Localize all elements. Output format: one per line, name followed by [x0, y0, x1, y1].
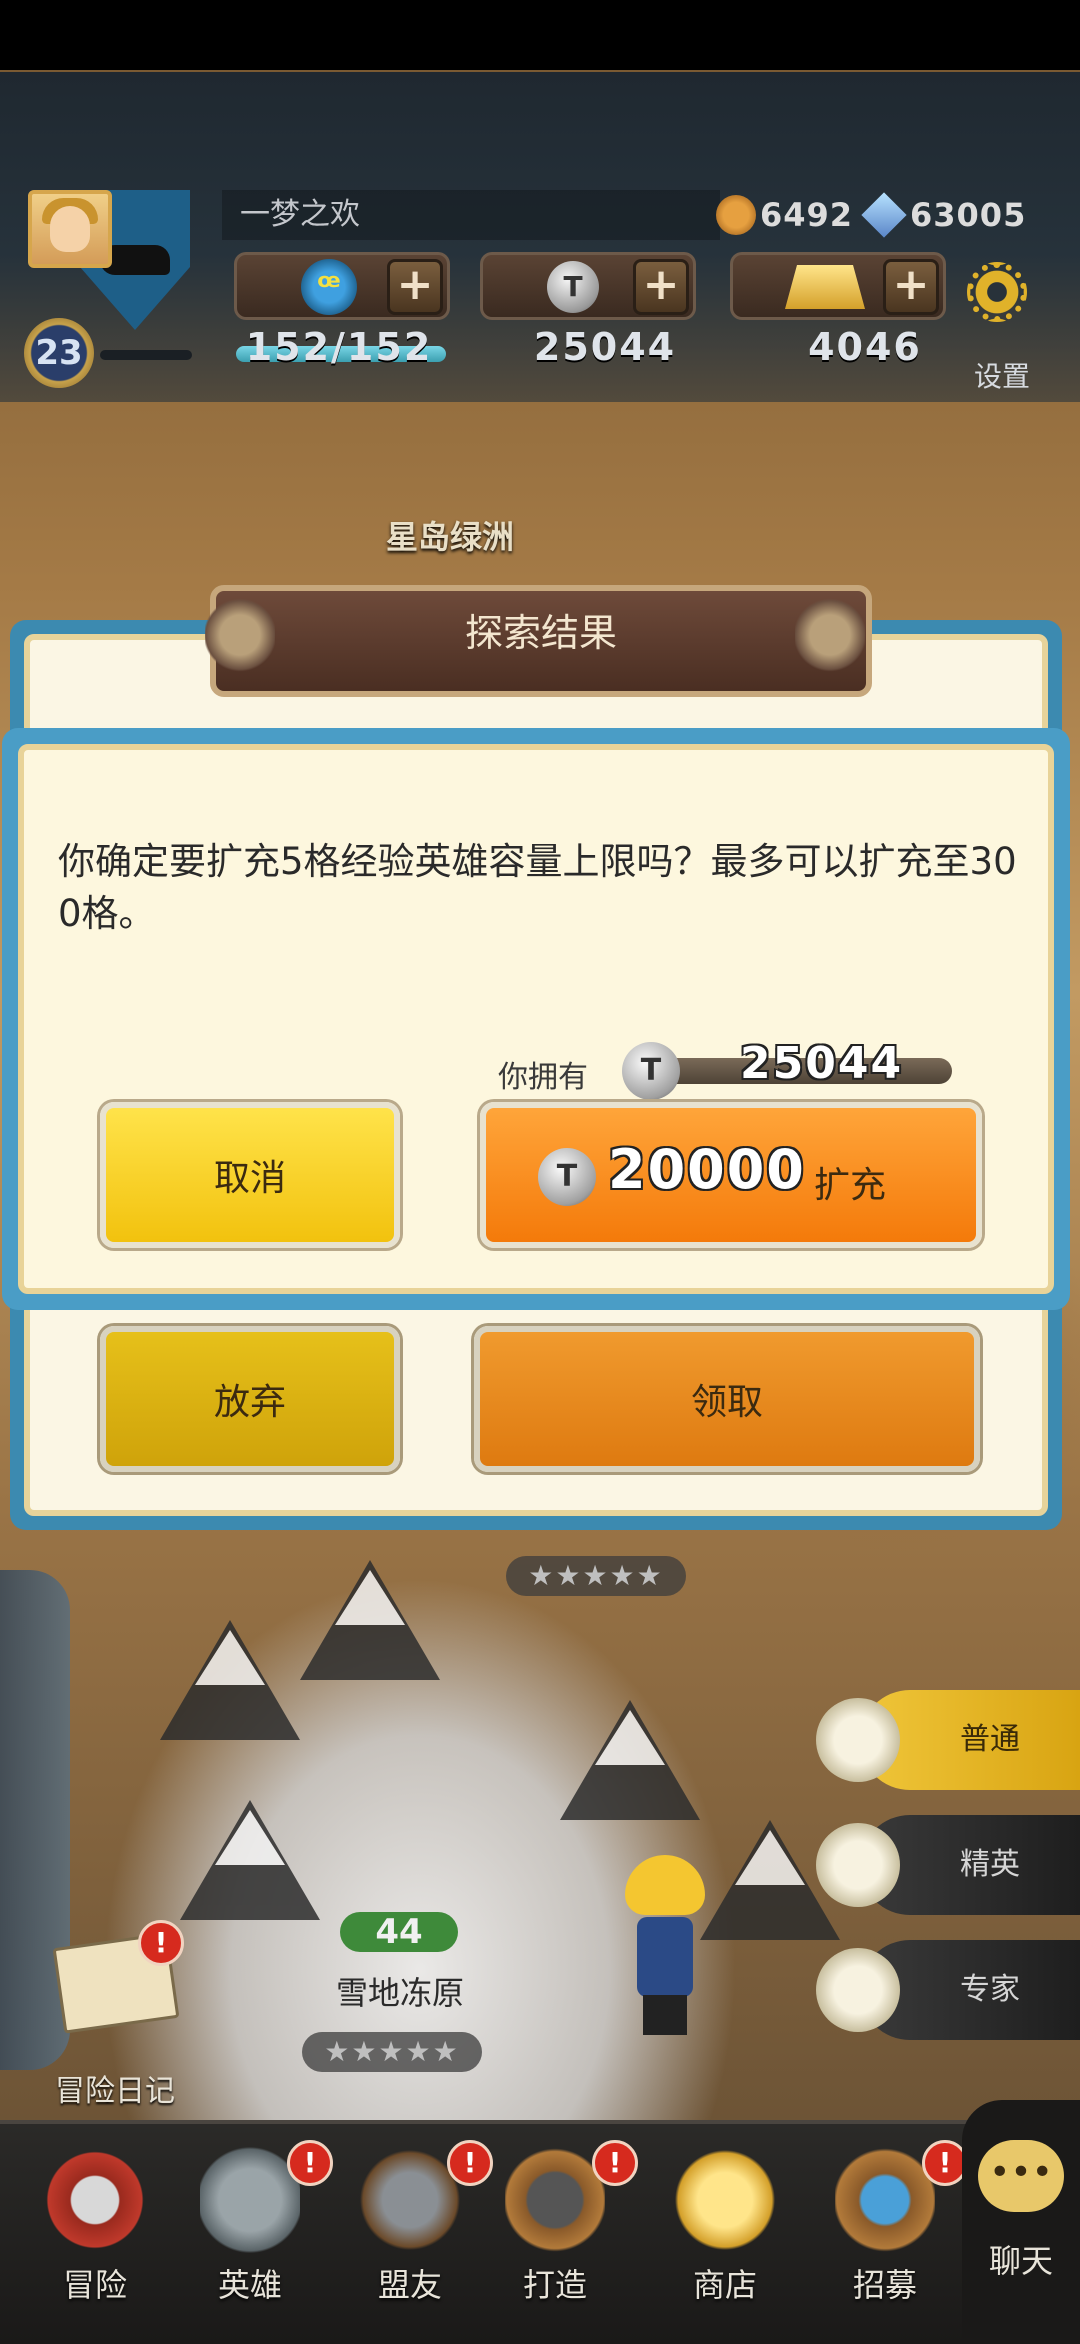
- difficulty-expert-label: 专家: [960, 1972, 1020, 2007]
- nav-alliance[interactable]: ! 盟友: [335, 2130, 493, 2330]
- adventure-diary-button[interactable]: !: [48, 1920, 184, 2060]
- stage-name[interactable]: 雪地冻原: [300, 1968, 500, 2014]
- crossed-swords-icon: [816, 1698, 900, 1782]
- silver-value: 25044: [533, 325, 677, 369]
- elite-icon: [816, 1823, 900, 1907]
- notification-badge: !: [592, 2140, 638, 2186]
- nav-adventure-label: 冒险: [62, 2266, 127, 2304]
- difficulty-elite-tab[interactable]: 精英: [816, 1815, 1080, 1915]
- silver-coin-icon: T: [547, 261, 599, 313]
- owned-value: 25044: [740, 1038, 904, 1089]
- recruit-portal-icon: [835, 2140, 935, 2260]
- confirm-message: 你确定要扩充5格经验英雄容量上限吗？最多可以扩充至300格。: [58, 840, 1017, 935]
- nav-adventure[interactable]: 冒险: [20, 2130, 170, 2330]
- settings-button[interactable]: [962, 262, 1032, 332]
- player-name: 一梦之欢: [222, 190, 720, 240]
- nav-heroes[interactable]: ! 英雄: [175, 2130, 333, 2330]
- chat-dots: •••: [989, 2152, 1053, 2193]
- gold-bars-icon: [675, 2140, 775, 2260]
- avatar[interactable]: [28, 190, 112, 268]
- map-mountain: [160, 1620, 300, 1740]
- expand-label: 扩充: [814, 1165, 887, 1206]
- stage-stars: ★★★★★: [302, 2032, 482, 2072]
- stamina-icon: ꟹ: [301, 259, 357, 315]
- player-level-badge: 23: [24, 318, 94, 388]
- location-name[interactable]: 星岛绿洲: [300, 512, 600, 558]
- gem-value: 63005: [910, 196, 1027, 234]
- add-gold-button[interactable]: +: [883, 259, 939, 315]
- notification-badge: !: [287, 2140, 333, 2186]
- add-silver-button[interactable]: +: [633, 259, 689, 315]
- status-bar: [0, 0, 1080, 72]
- difficulty-normal-tab[interactable]: 普通: [816, 1690, 1080, 1790]
- gem-icon: [861, 192, 907, 238]
- exp-bar: [100, 350, 192, 360]
- medal-icon: [716, 195, 756, 235]
- owned-label: 你拥有: [498, 1060, 588, 1095]
- gauntlet-icon: [360, 2140, 460, 2260]
- gold-slot: +: [730, 252, 946, 320]
- stage-level-badge: 44: [340, 1912, 458, 1952]
- silver-coin-icon: T: [622, 1042, 680, 1100]
- nav-chat[interactable]: [962, 2100, 1080, 2340]
- difficulty-expert-tab[interactable]: 专家: [816, 1940, 1080, 2040]
- dialog-title: 探索结果: [464, 611, 617, 655]
- nav-recruit-label: 招募: [852, 2266, 917, 2304]
- nav-alliance-label: 盟友: [377, 2266, 442, 2304]
- helmet-icon: [200, 2140, 300, 2260]
- stage-stars: ★★★★★: [506, 1556, 686, 1596]
- nav-shop[interactable]: 商店: [650, 2130, 800, 2330]
- hammer-icon: [505, 2140, 605, 2260]
- hero-character: [615, 1855, 715, 2045]
- nav-chat-label: 聊天: [988, 2242, 1053, 2280]
- medal-counter: 6492: [716, 190, 853, 240]
- nav-heroes-label: 英雄: [217, 2266, 282, 2304]
- map-mountain: [180, 1800, 320, 1920]
- nav-forge-label: 打造: [522, 2266, 587, 2304]
- crossed-swords-shield-icon: [45, 2140, 145, 2260]
- nav-shop-label: 商店: [692, 2266, 757, 2304]
- stamina-value: 152/152: [245, 325, 433, 369]
- diary-label: 冒险日记: [55, 2074, 175, 2109]
- nav-recruit[interactable]: ! 招募: [810, 2130, 968, 2330]
- gold-bar-icon: [785, 265, 865, 309]
- settings-label: 设置: [973, 360, 1030, 393]
- expand-button[interactable]: T 20000 扩充: [480, 1102, 982, 1248]
- difficulty-normal-label: 普通: [960, 1722, 1020, 1757]
- map-mountain: [300, 1560, 440, 1680]
- add-stamina-button[interactable]: +: [387, 259, 443, 315]
- gold-value: 4046: [808, 325, 922, 369]
- notification-badge: !: [138, 1920, 184, 1966]
- gear-icon: [967, 262, 1027, 322]
- map-mountain: [560, 1700, 700, 1820]
- stamina-slot: ꟹ +: [234, 252, 450, 320]
- medal-value: 6492: [760, 196, 854, 234]
- silver-slot: T +: [480, 252, 696, 320]
- silver-coin-icon: T: [538, 1148, 596, 1206]
- difficulty-elite-label: 精英: [960, 1847, 1020, 1882]
- expert-icon: [816, 1948, 900, 2032]
- expand-cost: 20000: [608, 1138, 806, 1201]
- nav-forge[interactable]: ! 打造: [480, 2130, 638, 2330]
- abandon-button[interactable]: 放弃: [100, 1326, 400, 1472]
- gem-counter: 63005: [861, 190, 1027, 240]
- cancel-button[interactable]: 取消: [100, 1102, 400, 1248]
- claim-button[interactable]: 领取: [474, 1326, 980, 1472]
